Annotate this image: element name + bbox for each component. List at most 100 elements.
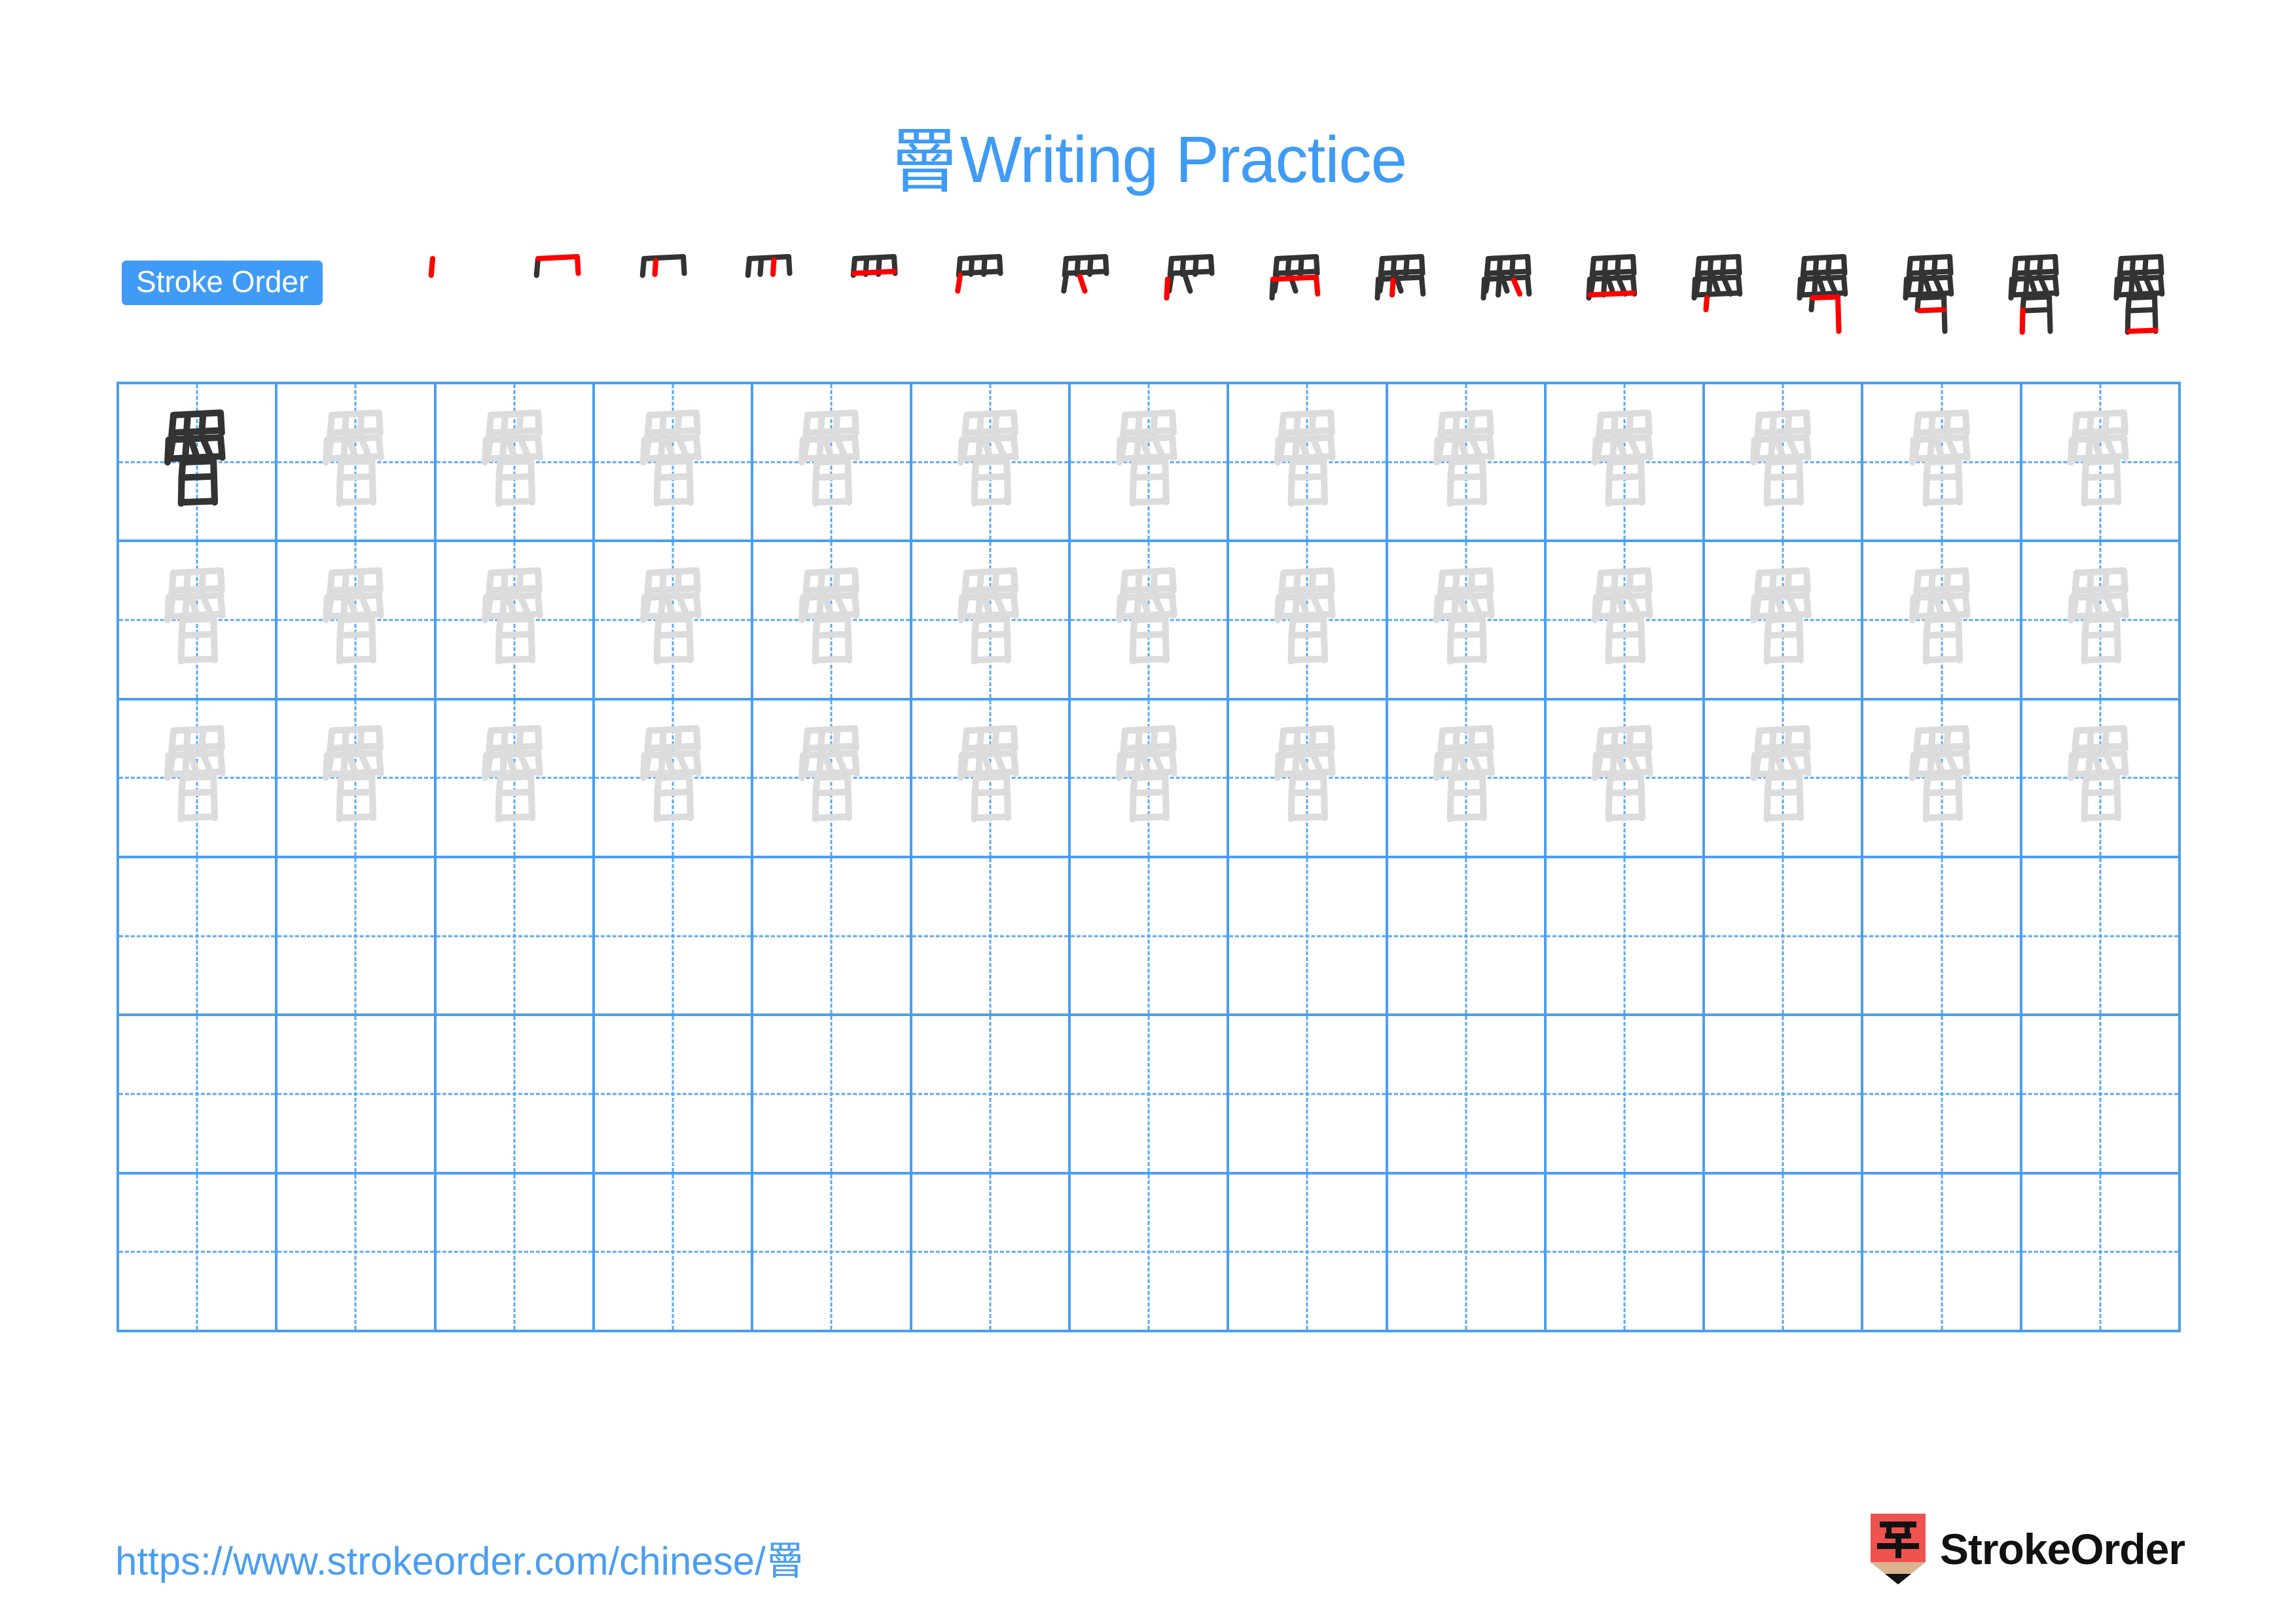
cell-center-horizontal-guide [119, 1250, 276, 1253]
practice-grid-cell-empty[interactable] [1705, 1016, 1864, 1175]
practice-grid-cell-empty[interactable] [1546, 1016, 1706, 1175]
practice-grid-cell-empty[interactable] [2022, 1174, 2181, 1332]
trace-character-glyph [1705, 701, 1861, 856]
practice-grid-cell-trace[interactable] [1705, 542, 1864, 701]
practice-grid-cell-trace[interactable] [1388, 542, 1547, 701]
practice-grid-cell-trace[interactable] [1070, 384, 1230, 543]
practice-grid-cell-trace[interactable] [1546, 700, 1706, 858]
practice-grid-cell-trace[interactable] [2022, 542, 2181, 701]
practice-grid-cell-empty[interactable] [1388, 858, 1547, 1017]
practice-grid-cell-empty[interactable] [1388, 1174, 1547, 1332]
practice-grid-cell-empty[interactable] [1229, 1174, 1388, 1332]
practice-grid-cell-trace[interactable] [594, 542, 754, 701]
practice-grid-cell-trace[interactable] [1388, 384, 1547, 543]
practice-grid-cell-trace[interactable] [912, 384, 1071, 543]
practice-grid-cell-empty[interactable] [1863, 1174, 2022, 1332]
trace-character-glyph [437, 701, 592, 856]
practice-grid-cell-empty[interactable] [278, 1016, 437, 1175]
practice-grid-cell-empty[interactable] [278, 858, 437, 1017]
model-character-glyph [119, 384, 275, 539]
practice-grid-cell-trace[interactable] [1546, 384, 1706, 543]
practice-grid-cell-trace[interactable] [119, 700, 278, 858]
practice-grid-cell-trace[interactable] [1070, 700, 1230, 858]
practice-grid-cell-empty[interactable] [119, 858, 278, 1017]
practice-grid-cell-trace[interactable] [1229, 384, 1388, 543]
practice-grid-cell-model[interactable] [119, 384, 278, 543]
practice-grid-cell-trace[interactable] [1546, 542, 1706, 701]
practice-grid-cell-empty[interactable] [436, 1016, 595, 1175]
practice-grid-cell-trace[interactable] [278, 542, 437, 701]
practice-grid-cell-trace[interactable] [2022, 700, 2181, 858]
page-title-character: 罾 [889, 121, 960, 203]
cell-center-horizontal-guide [1863, 1093, 2020, 1095]
practice-grid-cell-empty[interactable] [1546, 858, 1706, 1017]
trace-character-glyph [1071, 701, 1227, 856]
practice-grid-cell-trace[interactable] [278, 700, 437, 858]
practice-grid-cell-trace[interactable] [278, 384, 437, 543]
stroke-order-step [1247, 249, 1346, 347]
practice-grid-cell-empty[interactable] [1070, 1016, 1230, 1175]
trace-character-glyph [753, 384, 909, 539]
practice-grid-cell-empty[interactable] [912, 1016, 1071, 1175]
practice-grid-cell-empty[interactable] [594, 1016, 754, 1175]
practice-grid-cell-trace[interactable] [594, 700, 754, 858]
practice-grid-cell-empty[interactable] [1705, 1174, 1864, 1332]
practice-grid-cell-empty[interactable] [278, 1174, 437, 1332]
cell-center-horizontal-guide [2022, 935, 2179, 938]
practice-grid-cell-trace[interactable] [594, 384, 754, 543]
practice-grid-cell-empty[interactable] [753, 1174, 912, 1332]
practice-grid-cell-trace[interactable] [436, 542, 595, 701]
practice-grid-cell-empty[interactable] [1863, 858, 2022, 1017]
trace-character-glyph [595, 384, 751, 539]
practice-grid-cell-trace[interactable] [436, 384, 595, 543]
practice-grid-cell-trace[interactable] [1863, 384, 2022, 543]
practice-grid-cell-empty[interactable] [2022, 1016, 2181, 1175]
practice-grid-cell-empty[interactable] [1070, 858, 1230, 1017]
practice-grid-cell-empty[interactable] [119, 1174, 278, 1332]
trace-character-glyph [1229, 701, 1385, 856]
practice-grid-cell-empty[interactable] [436, 858, 595, 1017]
cell-center-horizontal-guide [1070, 1093, 1227, 1095]
practice-grid-cell-empty[interactable] [753, 858, 912, 1017]
practice-grid-cell-empty[interactable] [594, 1174, 754, 1332]
practice-grid-cell-trace[interactable] [1229, 700, 1388, 858]
practice-grid-cell-trace[interactable] [2022, 384, 2181, 543]
practice-grid-cell-empty[interactable] [912, 1174, 1071, 1332]
trace-character-glyph [1705, 384, 1861, 539]
practice-grid-cell-empty[interactable] [594, 858, 754, 1017]
practice-grid-cell-empty[interactable] [1388, 1016, 1547, 1175]
practice-grid-cell-trace[interactable] [436, 700, 595, 858]
practice-grid-cell-trace[interactable] [1705, 384, 1864, 543]
practice-grid-cell-trace[interactable] [753, 542, 912, 701]
practice-grid-cell-empty[interactable] [436, 1174, 595, 1332]
practice-grid-cell-empty[interactable] [2022, 858, 2181, 1017]
practice-grid-cell-empty[interactable] [753, 1016, 912, 1175]
practice-grid-cell-empty[interactable] [1229, 858, 1388, 1017]
trace-character-glyph [1071, 384, 1227, 539]
practice-grid-cell-trace[interactable] [1388, 700, 1547, 858]
practice-grid-cell-empty[interactable] [1705, 858, 1864, 1017]
trace-character-glyph [1071, 542, 1227, 697]
practice-grid-cell-empty[interactable] [1546, 1174, 1706, 1332]
practice-grid-cell-empty[interactable] [119, 1016, 278, 1175]
practice-grid-cell-empty[interactable] [1229, 1016, 1388, 1175]
practice-grid-cell-empty[interactable] [1863, 1016, 2022, 1175]
stroke-order-step [1986, 249, 2085, 347]
practice-grid-cell-trace[interactable] [1070, 542, 1230, 701]
practice-grid-cell-trace[interactable] [1705, 700, 1864, 858]
stroke-order-step [931, 249, 1029, 347]
practice-grid-cell-trace[interactable] [912, 542, 1071, 701]
brand-logo[interactable]: StrokeOrder [1870, 1514, 2185, 1584]
practice-grid-cell-trace[interactable] [1229, 542, 1388, 701]
practice-grid-cell-trace[interactable] [119, 542, 278, 701]
practice-grid-cell-empty[interactable] [912, 858, 1071, 1017]
practice-grid-cell-trace[interactable] [912, 700, 1071, 858]
trace-character-glyph [1863, 701, 2019, 856]
practice-grid-cell-trace[interactable] [1863, 700, 2022, 858]
source-url[interactable]: https://www.strokeorder.com/chinese/罾 [115, 1529, 805, 1586]
cell-center-horizontal-guide [1705, 1093, 1861, 1095]
practice-grid-cell-trace[interactable] [753, 384, 912, 543]
practice-grid-cell-trace[interactable] [753, 700, 912, 858]
practice-grid-cell-trace[interactable] [1863, 542, 2022, 701]
practice-grid-cell-empty[interactable] [1070, 1174, 1230, 1332]
